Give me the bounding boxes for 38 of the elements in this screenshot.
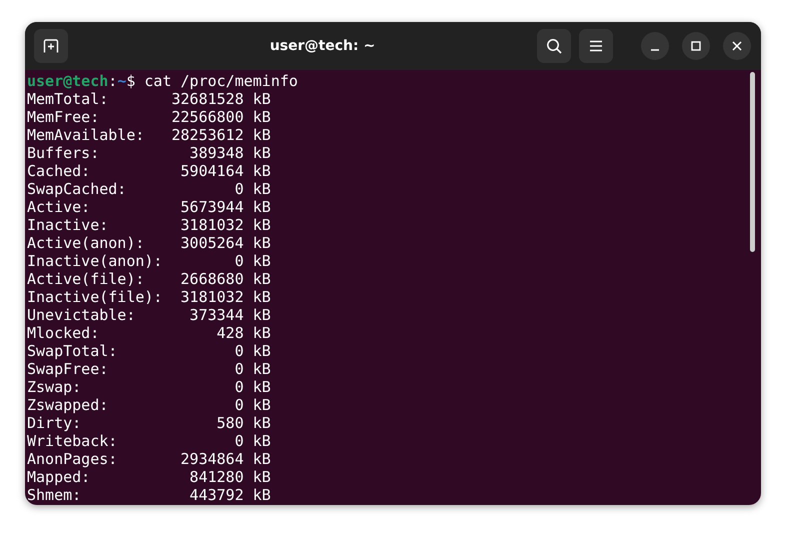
output-line: Inactive(file): 3181032 kB	[27, 288, 271, 306]
output-line: Mlocked: 428 kB	[27, 324, 271, 342]
output-line: Dirty: 580 kB	[27, 414, 271, 432]
menu-icon	[589, 40, 603, 52]
output-line: Shmem: 443792 kB	[27, 486, 271, 504]
new-tab-button[interactable]	[34, 29, 68, 63]
output-line: Zswapped: 0 kB	[27, 396, 271, 414]
output-line: SwapCached: 0 kB	[27, 180, 271, 198]
prompt-line: user@tech:~$ cat /proc/meminfo	[27, 72, 298, 90]
search-icon	[546, 38, 562, 54]
minimize-icon	[651, 49, 659, 51]
new-tab-icon	[43, 38, 59, 54]
window-title: user@tech: ~	[268, 38, 376, 54]
close-icon	[732, 41, 742, 51]
output-line: MemTotal: 32681528 kB	[27, 90, 271, 108]
output-line: SwapTotal: 0 kB	[27, 342, 271, 360]
maximize-icon	[691, 41, 701, 51]
output-line: Cached: 5904164 kB	[27, 162, 271, 180]
output-line: Active(anon): 3005264 kB	[27, 234, 271, 252]
search-button[interactable]	[537, 29, 571, 63]
output-line: Active: 5673944 kB	[27, 198, 271, 216]
output-line: Unevictable: 373344 kB	[27, 306, 271, 324]
output-line: Inactive(anon): 0 kB	[27, 252, 271, 270]
output-line: MemFree: 22566800 kB	[27, 108, 271, 126]
scrollbar-thumb[interactable]	[750, 72, 755, 252]
output-line: Buffers: 389348 kB	[27, 144, 271, 162]
output-line: Mapped: 841280 kB	[27, 468, 271, 486]
output-line: Inactive: 3181032 kB	[27, 216, 271, 234]
output-line: Zswap: 0 kB	[27, 378, 271, 396]
output-line: AnonPages: 2934864 kB	[27, 450, 271, 468]
output-line: Active(file): 2668680 kB	[27, 270, 271, 288]
minimize-button[interactable]	[641, 32, 669, 60]
close-button[interactable]	[723, 32, 751, 60]
menu-button[interactable]	[579, 29, 613, 63]
output-line: SwapFree: 0 kB	[27, 360, 271, 378]
output-line: Writeback: 0 kB	[27, 432, 271, 450]
maximize-button[interactable]	[682, 32, 710, 60]
output-line: MemAvailable: 28253612 kB	[27, 126, 271, 144]
